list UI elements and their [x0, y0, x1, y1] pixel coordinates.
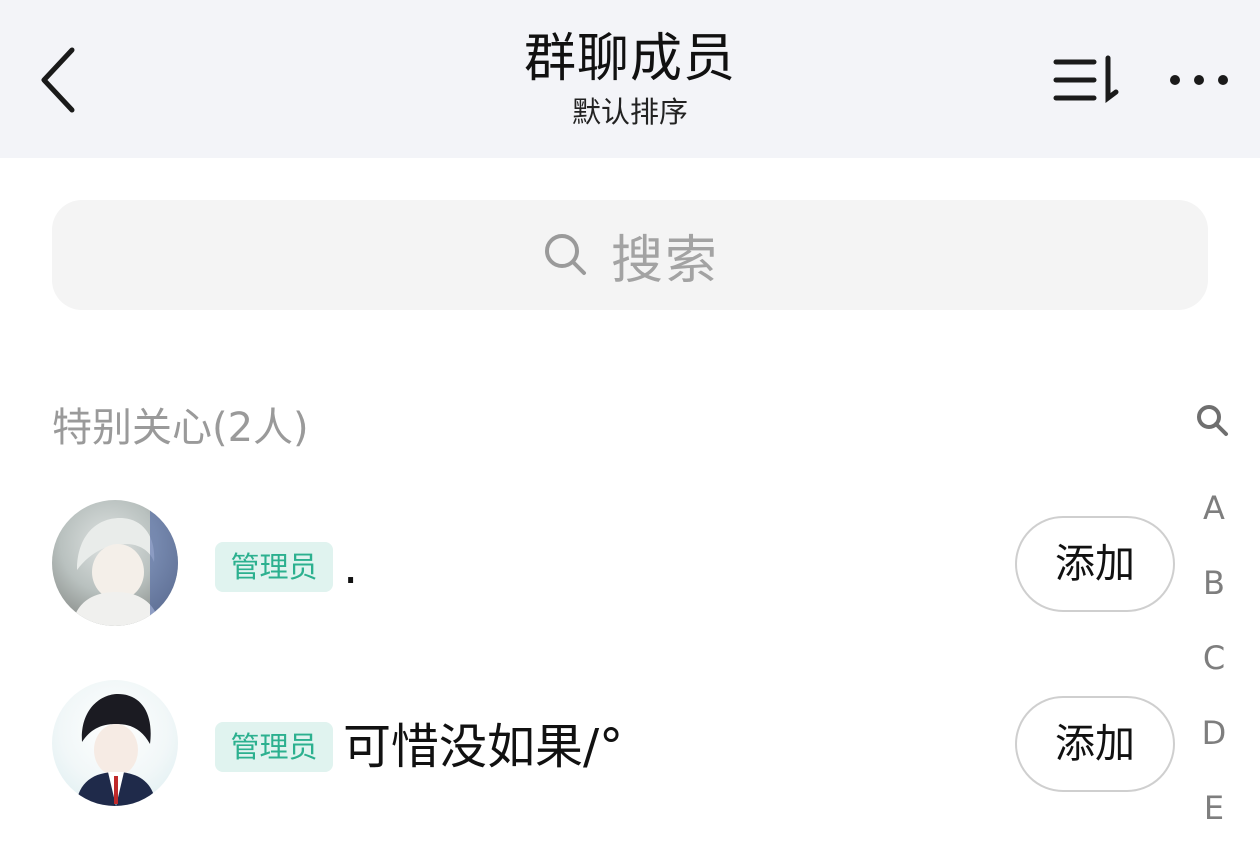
index-letter[interactable]: A [1196, 488, 1232, 528]
sort-mode-label[interactable]: 默认排序 [380, 92, 880, 132]
member-name: 可惜没如果/° [343, 719, 624, 775]
more-dots-icon [1170, 75, 1228, 85]
add-friend-button[interactable]: 添加 [1015, 516, 1175, 612]
avatar-image [72, 500, 178, 626]
index-letter[interactable]: C [1196, 638, 1232, 678]
back-button[interactable] [30, 40, 90, 120]
avatar-image [76, 694, 156, 806]
sort-button[interactable] [1050, 52, 1122, 108]
index-search-icon[interactable] [1194, 402, 1230, 438]
admin-badge: 管理员 [215, 542, 333, 592]
member-row[interactable]: 管理员 可惜没如果/° 添加 [0, 676, 1180, 816]
search-placeholder: 搜索 [610, 230, 719, 291]
add-friend-button[interactable]: 添加 [1015, 696, 1175, 792]
search-field[interactable]: 搜索 [52, 200, 1208, 310]
sort-list-icon [1053, 55, 1119, 103]
chevron-left-icon [41, 47, 75, 113]
section-title: 特别关心(2人) [52, 405, 309, 451]
member-name: . [343, 539, 359, 595]
admin-badge: 管理员 [215, 722, 333, 772]
avatar[interactable] [52, 500, 178, 626]
avatar[interactable] [52, 680, 178, 806]
member-row[interactable]: 管理员 . 添加 [0, 496, 1180, 636]
title-group: 群聊成员 默认排序 [380, 26, 880, 132]
more-button[interactable] [1165, 60, 1235, 100]
index-letter[interactable]: E [1196, 788, 1232, 828]
header-bar: 群聊成员 默认排序 [0, 0, 1260, 158]
index-letter[interactable]: D [1196, 713, 1232, 753]
search-icon [544, 234, 586, 275]
index-letter[interactable]: B [1196, 563, 1232, 603]
page-title: 群聊成员 [523, 29, 736, 89]
search-bar[interactable]: 搜索 [52, 200, 1208, 310]
